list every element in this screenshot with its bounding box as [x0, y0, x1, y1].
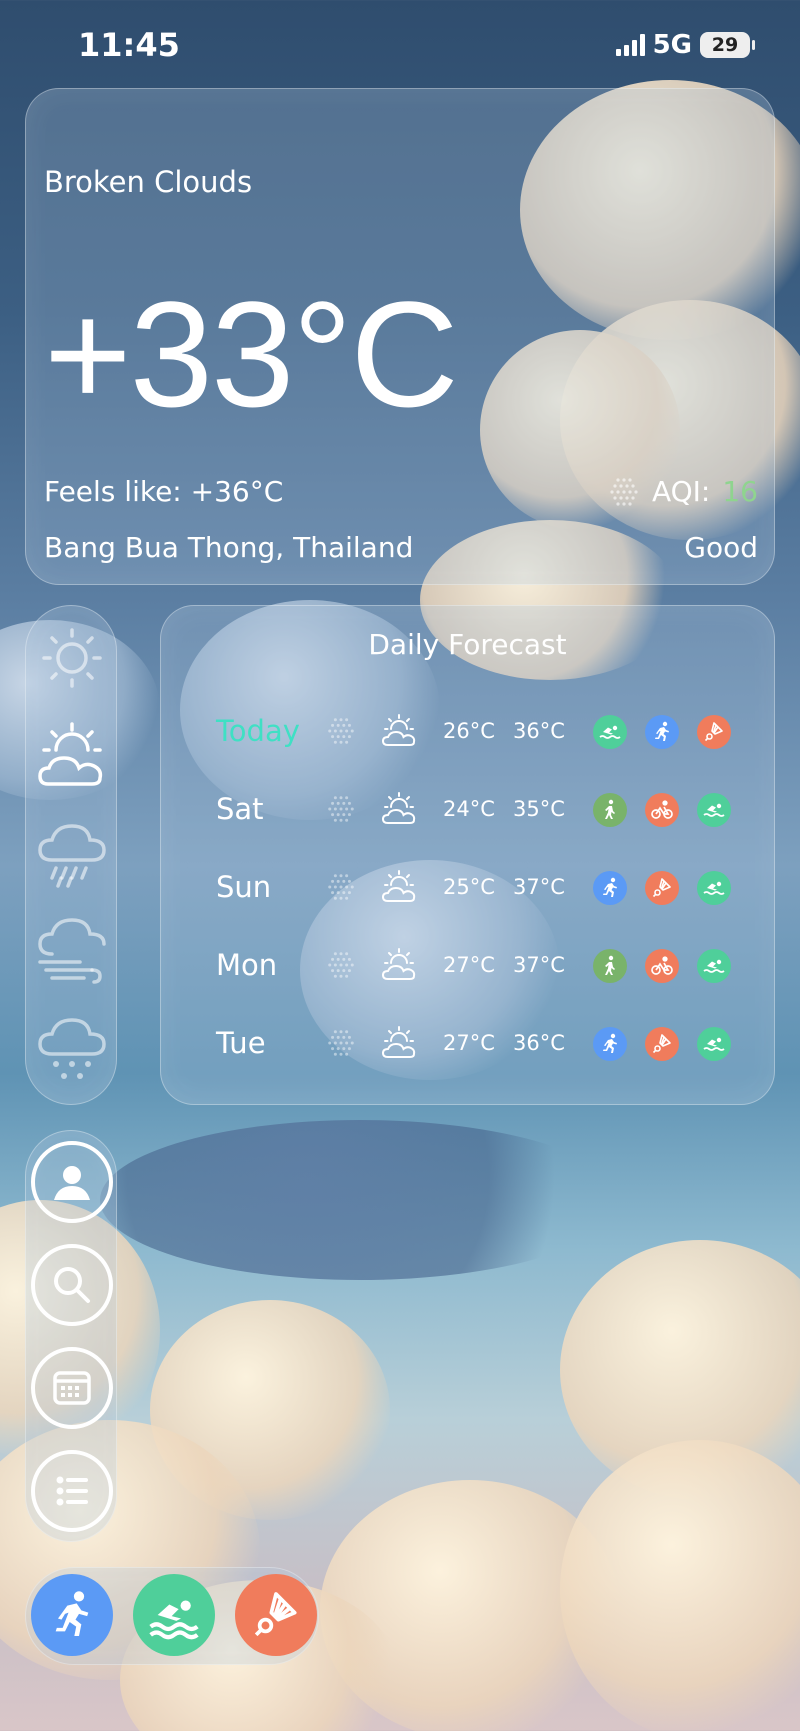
- partly-cloudy-icon: [379, 711, 419, 751]
- swim-icon[interactable]: [697, 1027, 731, 1061]
- badminton-icon[interactable]: [697, 715, 731, 749]
- forecast-min-temp: 26°C: [443, 719, 495, 743]
- calendar-icon: [53, 1371, 91, 1405]
- signal-icon: [615, 34, 645, 56]
- forecast-max-temp: 37°C: [513, 875, 565, 899]
- list-button[interactable]: [31, 1450, 113, 1532]
- partly-cloudy-icon: [379, 1023, 419, 1063]
- dots-grid-icon: [326, 1028, 356, 1058]
- battery-icon: 29: [700, 32, 755, 58]
- swim-icon[interactable]: [697, 871, 731, 905]
- forecast-row[interactable]: Sat 24°C 35°C: [161, 784, 774, 834]
- status-time: 11:45: [78, 26, 180, 64]
- forecast-day: Sun: [216, 870, 272, 904]
- dots-grid-icon: [326, 794, 356, 824]
- weather-type-sidebar: [25, 605, 117, 1105]
- badminton-icon[interactable]: [645, 1027, 679, 1061]
- run-button[interactable]: [31, 1574, 113, 1656]
- status-bar: 11:45 5G 29: [0, 0, 800, 90]
- list-icon: [56, 1476, 88, 1506]
- sun-icon[interactable]: [34, 620, 110, 696]
- walk-icon[interactable]: [593, 949, 627, 983]
- forecast-day: Tue: [216, 1026, 266, 1060]
- profile-button[interactable]: [31, 1141, 113, 1223]
- forecast-day: Sat: [216, 792, 264, 826]
- aqi-indicator: AQI: 16: [608, 475, 758, 508]
- wind-icon[interactable]: [34, 914, 110, 990]
- current-temperature: +33°C: [44, 270, 459, 438]
- forecast-row[interactable]: Today 26°C 36°C: [161, 706, 774, 756]
- forecast-row[interactable]: Mon 27°C 37°C: [161, 940, 774, 990]
- forecast-min-temp: 25°C: [443, 875, 495, 899]
- swim-icon[interactable]: [593, 715, 627, 749]
- forecast-row[interactable]: Tue 27°C 36°C: [161, 1018, 774, 1068]
- feels-like: Feels like: +36°C: [44, 475, 284, 508]
- location: Bang Bua Thong, Thailand: [44, 531, 414, 564]
- partly-cloudy-icon: [379, 789, 419, 829]
- forecast-max-temp: 36°C: [513, 719, 565, 743]
- dots-grid-icon: [610, 477, 638, 506]
- status-indicators: 5G 29: [615, 30, 755, 60]
- partly-cloudy-icon[interactable]: [34, 718, 110, 794]
- badminton-icon[interactable]: [645, 871, 679, 905]
- aqi-label: AQI:: [651, 475, 711, 508]
- forecast-day: Mon: [216, 948, 278, 982]
- run-icon: [55, 1591, 89, 1636]
- cycle-icon[interactable]: [645, 793, 679, 827]
- partly-cloudy-icon: [379, 867, 419, 907]
- run-icon[interactable]: [593, 1027, 627, 1061]
- forecast-max-temp: 37°C: [513, 953, 565, 977]
- rain-icon[interactable]: [34, 816, 110, 892]
- forecast-day: Today: [216, 714, 300, 748]
- weather-condition: Broken Clouds: [44, 165, 253, 199]
- forecast-max-temp: 36°C: [513, 1031, 565, 1055]
- profile-icon: [54, 1166, 90, 1200]
- battery-level: 29: [711, 34, 739, 56]
- cycle-icon[interactable]: [645, 949, 679, 983]
- aqi-status: Good: [684, 531, 758, 564]
- swim-icon[interactable]: [697, 793, 731, 827]
- badminton-button[interactable]: [235, 1574, 317, 1656]
- forecast-title: Daily Forecast: [368, 628, 567, 661]
- forecast-min-temp: 27°C: [443, 953, 495, 977]
- dots-grid-icon: [326, 950, 356, 980]
- search-button[interactable]: [31, 1244, 113, 1326]
- current-weather-card: Broken Clouds +33°C Feels like: +36°C Ba…: [25, 88, 775, 585]
- network-type: 5G: [652, 30, 692, 60]
- swim-button[interactable]: [133, 1574, 215, 1656]
- run-icon[interactable]: [645, 715, 679, 749]
- snow-icon[interactable]: [34, 1012, 110, 1088]
- calendar-button[interactable]: [31, 1347, 113, 1429]
- forecast-min-temp: 27°C: [443, 1031, 495, 1055]
- swim-icon: [149, 1600, 199, 1640]
- swim-icon[interactable]: [697, 949, 731, 983]
- daily-forecast-card: Daily Forecast Today 26°C 36°C Sat 24°C 35°C S…: [160, 605, 775, 1105]
- run-icon[interactable]: [593, 871, 627, 905]
- nav-sidebar: [25, 1130, 117, 1542]
- forecast-min-temp: 24°C: [443, 797, 495, 821]
- search-icon: [54, 1267, 90, 1303]
- badminton-icon: [254, 1592, 297, 1637]
- dots-grid-icon: [326, 716, 356, 746]
- aqi-value: 16: [722, 475, 758, 508]
- forecast-row[interactable]: Sun 25°C 37°C: [161, 862, 774, 912]
- walk-icon[interactable]: [593, 793, 627, 827]
- partly-cloudy-icon: [379, 945, 419, 985]
- forecast-max-temp: 35°C: [513, 797, 565, 821]
- dots-grid-icon: [326, 872, 356, 902]
- activity-dock: [25, 1567, 319, 1665]
